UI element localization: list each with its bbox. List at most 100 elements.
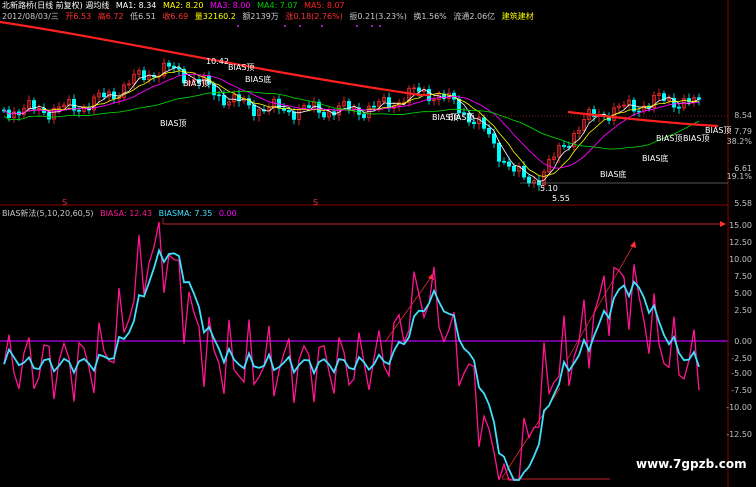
header-dot — [284, 25, 286, 27]
candle-body — [222, 94, 226, 106]
ma4-line — [3, 90, 700, 150]
sell-marker: S — [313, 198, 319, 207]
ma3-line — [3, 73, 700, 169]
arrow-head — [720, 221, 726, 227]
price-tick: 19.1% — [726, 172, 752, 181]
candle-body — [322, 112, 326, 118]
candle-body — [212, 83, 216, 96]
price-tick: 8.54 — [734, 111, 752, 120]
quote-close: 收6.69 — [162, 12, 189, 21]
bias-indicator-panel — [0, 218, 728, 481]
indicator-tick: 15.00 — [729, 221, 752, 230]
indicator-tick: -7.50 — [731, 386, 752, 395]
quote-date: 2012/08/03/三 — [2, 12, 59, 21]
candle-body — [502, 160, 506, 163]
header-dot — [356, 25, 358, 27]
low2-price-label: 5.10 — [540, 184, 558, 193]
header-dot — [321, 25, 323, 27]
watermark: www.7gpzb.com — [636, 457, 747, 471]
candle-body — [677, 106, 681, 109]
ma2-line — [3, 70, 700, 177]
candle-body — [217, 94, 221, 97]
stock-chart-canvas — [0, 0, 729, 487]
indicator-tick: 5.00 — [734, 289, 752, 298]
ma1-value: MA1: 8.34 — [115, 1, 157, 10]
bias-a-value: BIASA: 12.43 — [100, 209, 153, 218]
candle-body — [347, 101, 351, 111]
candle-body — [562, 145, 566, 147]
quote-volume: 量32160.2 — [194, 12, 236, 21]
candle-body — [522, 165, 526, 178]
quote-high: 高6.72 — [97, 12, 124, 21]
indicator-tick: -5.00 — [731, 369, 752, 378]
arrow-head — [630, 241, 636, 248]
candle-body — [487, 128, 491, 135]
candle-body — [372, 105, 376, 108]
quote-low: 低6.51 — [130, 12, 156, 21]
quote-amplitude: 振0.21(3.23%) — [349, 12, 407, 21]
indicator-tick: -12.50 — [726, 430, 752, 439]
bias-signal-label: BIAS顶 — [160, 119, 187, 128]
candle-body — [507, 161, 511, 167]
quote-change: 涨0.18(2.76%) — [285, 12, 343, 21]
quote-open: 开6.53 — [65, 12, 92, 21]
candle-body — [637, 110, 641, 113]
indicator-tick: 0.00 — [734, 337, 752, 346]
indicator-tick: -10.00 — [726, 403, 752, 412]
candle-body — [697, 97, 701, 100]
quote-header: 2012/08/03/三 开6.53 高6.72 低6.51 收6.69 量32… — [2, 11, 538, 22]
ma4-value: MA4: 7.07 — [257, 1, 298, 10]
bias-signal-label: BIAS顶 — [656, 134, 683, 143]
indicator-tick: 10.00 — [729, 255, 752, 264]
price-tick: 38.2% — [726, 137, 752, 146]
ma2-value: MA2: 8.20 — [162, 1, 204, 10]
candle-body — [77, 109, 81, 112]
bias-a-line — [3, 221, 700, 481]
bias-signal-label: BIAS顶 — [228, 63, 255, 72]
bias-signal-label: BIAS底 — [245, 75, 272, 84]
indicator-tick: -2.50 — [731, 354, 752, 363]
candle-body — [417, 87, 421, 92]
bias-signal-label: BIAS顶 — [183, 79, 210, 88]
indicator-header: BIAS新法(5,10,20,60,5) BIASA: 12.43 BIASMA… — [2, 208, 241, 219]
header-dot — [299, 25, 301, 27]
low-price-label: 5.55 — [552, 194, 570, 203]
quote-turnover: 换1.56% — [413, 12, 447, 21]
price-tick: 5.58 — [734, 199, 752, 208]
bias-signal-label: BIAS顶 — [432, 113, 459, 122]
candle-body — [287, 110, 291, 113]
quote-sector: 建筑建材 — [501, 12, 534, 21]
indicator-extra: 0.00 — [218, 209, 237, 218]
candle-body — [142, 70, 146, 81]
high-price-label: 10.42 — [206, 57, 229, 66]
bias-ma-line — [3, 247, 700, 481]
ma3-value: MA3: 8.00 — [210, 1, 251, 10]
price-header: 北新路桥(日线 前复权) 週均线 MA1: 8.34 MA2: 8.20 MA3… — [2, 0, 349, 11]
header-dot — [379, 25, 381, 27]
indicator-tick: 2.50 — [734, 306, 752, 315]
quote-amount: 额2139万 — [242, 12, 279, 21]
bias-signal-label: BIAS底 — [642, 154, 669, 163]
candle-body — [307, 105, 311, 108]
indicator-name: BIAS新法(5,10,20,60,5) — [2, 209, 94, 218]
header-dot — [237, 25, 239, 27]
candle-body — [102, 92, 106, 98]
candle-body — [497, 142, 501, 162]
stock-title: 北新路桥(日线 前复权) 週均线 — [2, 1, 110, 10]
candle-body — [167, 62, 171, 67]
bias-signal-label: BIAS底 — [600, 170, 627, 179]
indicator-tick: 7.50 — [734, 272, 752, 281]
candle-body — [512, 165, 516, 172]
bias-signal-label: BIAS顶 — [683, 134, 710, 143]
candle-body — [362, 114, 366, 119]
trend-line — [566, 243, 635, 361]
candle-body — [292, 111, 296, 120]
candle-body — [527, 176, 531, 184]
bias-ma-value: BIASMA: 7.35 — [158, 209, 213, 218]
moving-average-lines — [0, 20, 719, 182]
candlestick-series — [2, 58, 701, 191]
header-dot — [371, 25, 373, 27]
sell-marker: S — [62, 198, 68, 207]
price-tick: 7.79 — [734, 127, 752, 136]
indicator-tick: 12.50 — [729, 238, 752, 247]
